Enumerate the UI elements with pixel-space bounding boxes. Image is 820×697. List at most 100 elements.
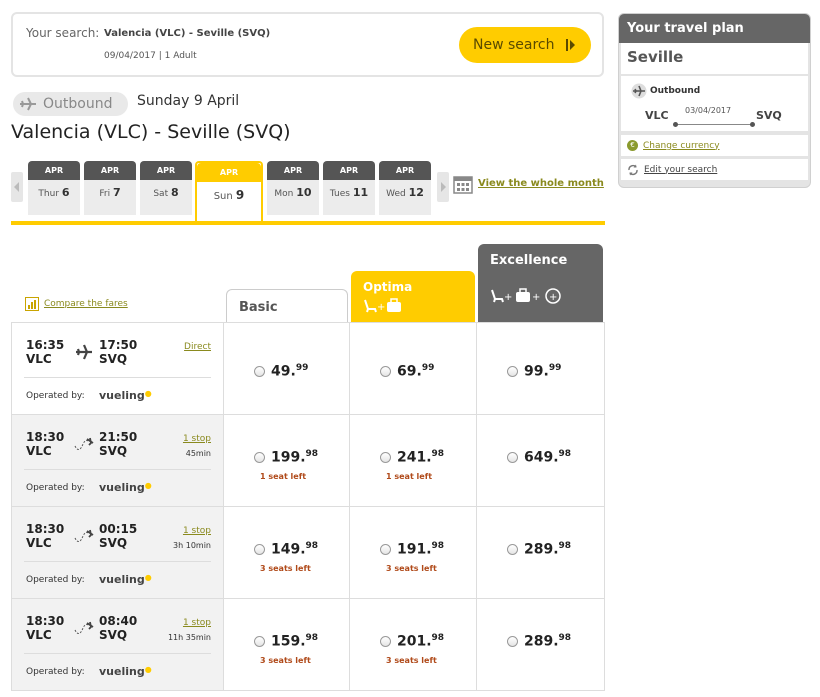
day-month: APR xyxy=(267,161,319,180)
day-tab-sun-9[interactable]: APR Sun 9 xyxy=(195,161,263,225)
plan-destination: SVQ xyxy=(756,109,782,122)
svg-text:+: + xyxy=(549,292,557,303)
fare-option[interactable]: 289.98 xyxy=(507,541,571,558)
seat-baggage-flex-icons: + + + xyxy=(491,288,561,304)
stop-duration: 45min xyxy=(185,449,211,458)
airline-logo: vueling● xyxy=(99,665,152,678)
fare-cell-optima: 241.98 1 seat left xyxy=(350,415,477,506)
stops-link[interactable]: Direct xyxy=(184,342,211,352)
stops-link[interactable]: 1 stop xyxy=(183,526,211,536)
stops-link[interactable]: 1 stop xyxy=(183,434,211,444)
search-summary: Your search: Valencia (VLC) - Seville (S… xyxy=(11,12,604,77)
operated-by: Operated by: xyxy=(26,575,85,585)
day-label: Sun 9 xyxy=(213,188,245,202)
arrival: 08:40 SVQ xyxy=(99,614,138,642)
fare-option[interactable]: 191.98 xyxy=(380,541,444,558)
fare-radio[interactable] xyxy=(380,451,391,463)
calendar-icon xyxy=(453,176,473,194)
fare-radio[interactable] xyxy=(254,635,265,647)
fare-price: 289.98 xyxy=(524,541,572,558)
day-label: Fri 7 xyxy=(99,186,121,199)
fare-cell-excellence: 99.99 xyxy=(477,323,605,414)
day-label: Wed 12 xyxy=(386,186,424,199)
prev-days-button[interactable] xyxy=(11,172,23,202)
bar-chart-icon xyxy=(25,297,39,311)
fare-header-optima: Optima + xyxy=(351,271,475,323)
search-meta: 09/04/2017 | 1 Adult xyxy=(104,51,197,61)
fare-price: 199.98 xyxy=(271,449,319,466)
change-currency-link[interactable]: € Change currency xyxy=(621,135,808,156)
chevron-right-icon xyxy=(566,39,575,51)
euro-icon: € xyxy=(627,140,638,151)
flight-row: 18:30 VLC 08:40 SVQ 1 stop 11h 35min Opera… xyxy=(11,599,605,691)
plan-origin: VLC xyxy=(645,109,669,122)
day-tab-fri-7[interactable]: APR Fri 7 xyxy=(84,161,136,215)
flight-info: 18:30 VLC 00:15 SVQ 1 stop 3h 10min Operat… xyxy=(11,507,224,598)
fare-optima-label: Optima xyxy=(363,280,413,294)
edit-search-link[interactable]: Edit your search xyxy=(621,159,808,180)
seats-left: 3 seats left xyxy=(386,656,437,665)
stops-link[interactable]: 1 stop xyxy=(183,618,211,628)
divider xyxy=(24,561,211,562)
departure: 18:30 VLC xyxy=(26,430,65,458)
day-label: Tues 11 xyxy=(329,186,369,199)
fare-price: 191.98 xyxy=(397,541,445,558)
fare-option[interactable]: 649.98 xyxy=(507,449,571,466)
fare-cell-excellence: 289.98 xyxy=(477,507,605,598)
seat-baggage-icons: + xyxy=(364,298,401,313)
airline-logo: vueling● xyxy=(99,573,152,586)
day-strip-underline xyxy=(11,221,605,225)
compare-fares-link[interactable]: Compare the fares xyxy=(25,297,128,311)
day-tab-sat-8[interactable]: APR Sat 8 xyxy=(140,161,192,215)
day-tab-tues-11[interactable]: APR Tues 11 xyxy=(323,161,375,215)
fare-radio[interactable] xyxy=(380,365,391,377)
departure: 16:35 VLC xyxy=(26,338,65,366)
fare-excellence-label: Excellence xyxy=(490,253,568,268)
fare-cell-basic: 149.98 3 seats left xyxy=(224,507,350,598)
fare-radio[interactable] xyxy=(254,543,265,555)
fare-option[interactable]: 149.98 xyxy=(254,541,318,558)
seats-left: 1 seat left xyxy=(386,472,433,481)
fare-option[interactable]: 99.99 xyxy=(507,363,561,380)
plan-outbound: Outbound xyxy=(631,83,700,99)
seats-left: 3 seats left xyxy=(260,656,311,665)
fare-cell-basic: 199.98 1 seat left xyxy=(224,415,350,506)
fare-radio[interactable] xyxy=(507,451,518,463)
flight-row: 18:30 VLC 00:15 SVQ 1 stop 3h 10min Operat… xyxy=(11,507,605,599)
day-tab-mon-10[interactable]: APR Mon 10 xyxy=(267,161,319,215)
fare-radio[interactable] xyxy=(507,365,518,377)
plane-circle-icon xyxy=(631,83,647,99)
fare-radio[interactable] xyxy=(380,543,391,555)
fare-radio[interactable] xyxy=(254,365,265,377)
divider xyxy=(24,469,211,470)
stop-duration: 3h 10min xyxy=(173,541,211,550)
fare-option[interactable]: 199.98 xyxy=(254,449,318,466)
fare-radio[interactable] xyxy=(507,543,518,555)
outbound-date: Sunday 9 April xyxy=(137,93,240,109)
day-tab-thur-6[interactable]: APR Thur 6 xyxy=(28,161,80,215)
fare-radio[interactable] xyxy=(254,451,265,463)
arrival: 00:15 SVQ xyxy=(99,522,138,550)
next-days-button[interactable] xyxy=(437,172,449,202)
connecting-flight-icon xyxy=(74,621,94,634)
route-title: Valencia (VLC) - Seville (SVQ) xyxy=(11,121,291,143)
stop-duration: 11h 35min xyxy=(167,633,211,642)
fare-option[interactable]: 159.98 xyxy=(254,633,318,650)
new-search-label: New search xyxy=(473,37,555,53)
new-search-button[interactable]: New search xyxy=(459,27,591,63)
day-month: APR xyxy=(323,161,375,180)
compare-fares-label: Compare the fares xyxy=(44,299,128,309)
fare-radio[interactable] xyxy=(380,635,391,647)
fare-price: 49.99 xyxy=(271,363,309,380)
fare-radio[interactable] xyxy=(507,635,518,647)
fare-option[interactable]: 289.98 xyxy=(507,633,571,650)
travel-plan-panel: Your travel plan Seville Outbound VLC 03… xyxy=(618,13,811,188)
day-tab-wed-12[interactable]: APR Wed 12 xyxy=(379,161,431,215)
view-whole-month-link[interactable]: View the whole month xyxy=(478,178,604,189)
fare-option[interactable]: 201.98 xyxy=(380,633,444,650)
fare-header-excellence: Excellence + + + xyxy=(478,244,603,323)
fare-option[interactable]: 49.99 xyxy=(254,363,308,380)
route-dot xyxy=(673,122,678,127)
fare-option[interactable]: 241.98 xyxy=(380,449,444,466)
fare-option[interactable]: 69.99 xyxy=(380,363,434,380)
